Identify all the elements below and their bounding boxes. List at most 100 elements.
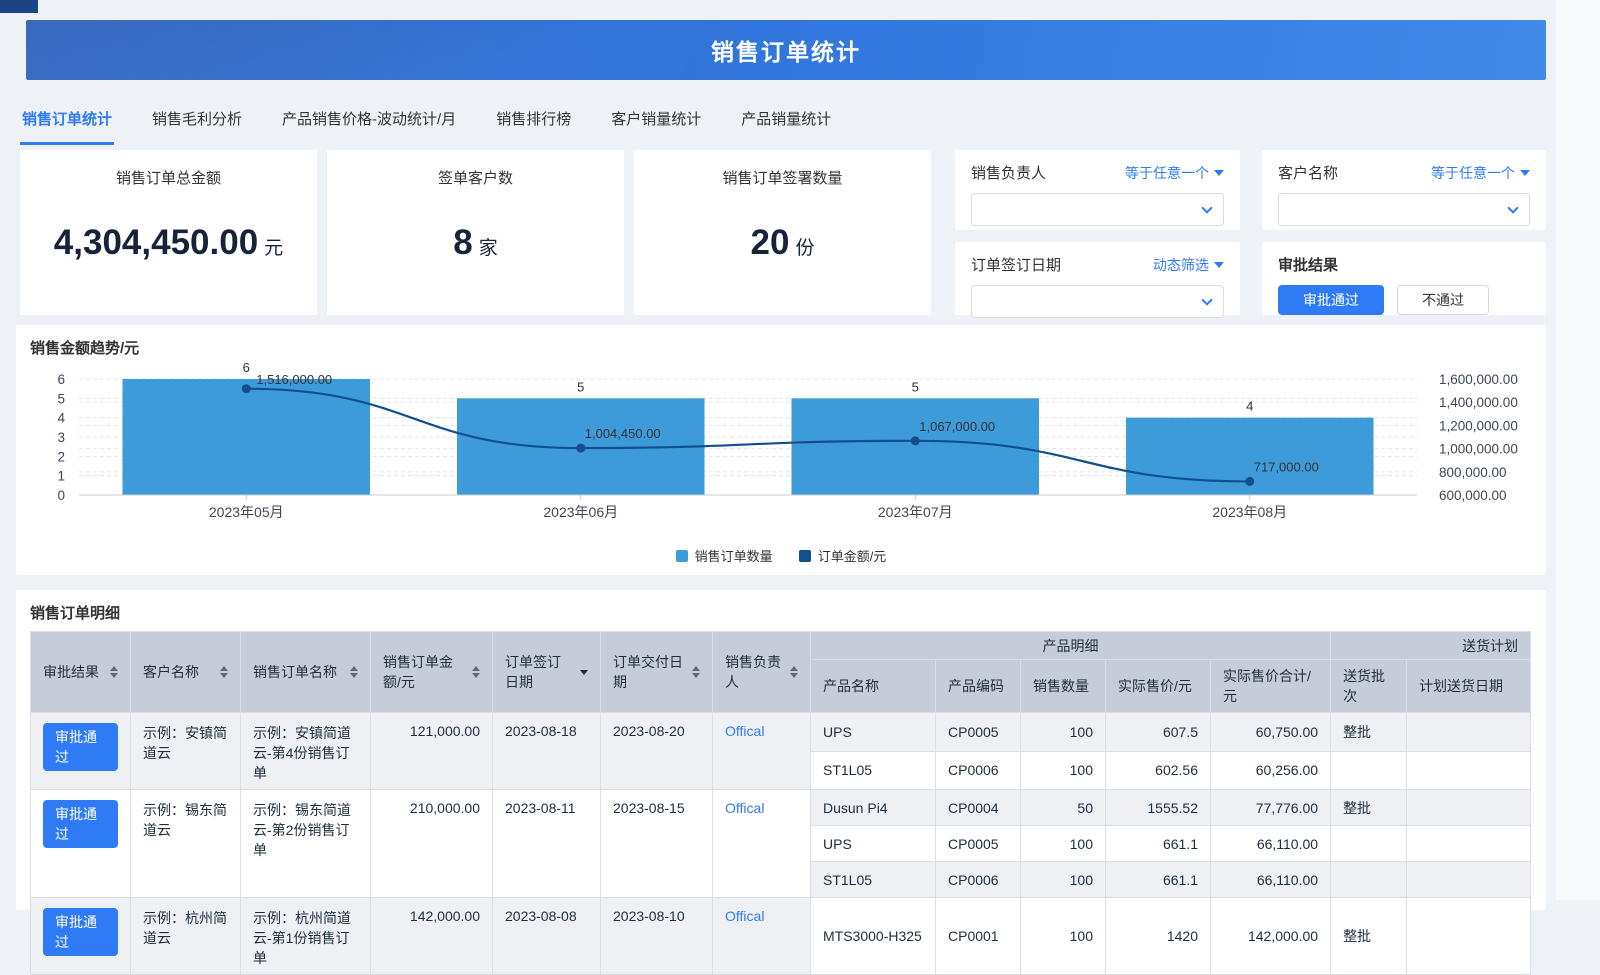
customer-name-select[interactable] bbox=[1278, 193, 1530, 226]
svg-text:6: 6 bbox=[243, 360, 250, 375]
approval-option-1[interactable]: 不通过 bbox=[1397, 285, 1489, 315]
filter-label: 订单签订日期 bbox=[971, 254, 1061, 275]
legend-label: 销售订单数量 bbox=[695, 546, 773, 565]
col-header-5[interactable]: 订单交付日期 bbox=[601, 632, 713, 713]
svg-text:5: 5 bbox=[577, 379, 584, 394]
owner-link[interactable]: Offical bbox=[725, 800, 764, 816]
sort-icon[interactable] bbox=[350, 666, 358, 678]
tab-5[interactable]: 产品销量统计 bbox=[739, 96, 833, 145]
order-amount-cell: 121,000.00 bbox=[371, 713, 493, 790]
caret-down-icon bbox=[1520, 170, 1530, 176]
customer-cell: 示例：安镇简道云 bbox=[131, 713, 241, 790]
tab-0[interactable]: 销售订单统计 bbox=[20, 96, 114, 145]
sub-col-header-2: 销售数量 bbox=[1021, 660, 1106, 713]
product-code-cell: CP0005 bbox=[936, 713, 1021, 752]
col-header-0[interactable]: 审批结果 bbox=[31, 632, 131, 713]
table-row: 审批通过示例：锡东简道云示例：锡东简道云-第2份销售订单210,000.0020… bbox=[31, 790, 1531, 826]
sort-icon[interactable] bbox=[790, 666, 798, 678]
owner-link[interactable]: Offical bbox=[725, 723, 764, 739]
chevron-down-icon bbox=[1507, 202, 1518, 213]
col-header-3[interactable]: 销售订单金额/元 bbox=[371, 632, 493, 713]
svg-text:1,516,000.00: 1,516,000.00 bbox=[256, 372, 332, 387]
sub-col-header-4: 实际售价合计/元 bbox=[1211, 660, 1331, 713]
product-name-cell: MTS3000-H325 bbox=[811, 898, 936, 975]
col-header-6[interactable]: 销售负责人 bbox=[713, 632, 811, 713]
filter-sales-owner: 销售负责人 等于任意一个 bbox=[955, 150, 1240, 230]
tab-4[interactable]: 客户销量统计 bbox=[609, 96, 703, 145]
owner-cell: Offical bbox=[713, 713, 811, 790]
kpi-unit: 份 bbox=[795, 233, 814, 260]
plan-date-cell bbox=[1407, 713, 1531, 752]
sign-date-select[interactable] bbox=[971, 285, 1224, 318]
owner-link[interactable]: Offical bbox=[725, 908, 764, 924]
customer-cell: 示例：杭州简道云 bbox=[131, 898, 241, 975]
product-code-cell: CP0004 bbox=[936, 790, 1021, 826]
sort-icon[interactable] bbox=[110, 666, 118, 678]
batch-cell: 整批 bbox=[1331, 790, 1407, 826]
owner-cell: Offical bbox=[713, 898, 811, 975]
sub-col-header-5: 送货批次 bbox=[1331, 660, 1407, 713]
operator-selector[interactable]: 等于任意一个 bbox=[1125, 163, 1224, 183]
product-name-cell: UPS bbox=[811, 713, 936, 752]
product-code-cell: CP0006 bbox=[936, 862, 1021, 898]
chart-title: 销售金额趋势/元 bbox=[30, 337, 139, 358]
tab-1[interactable]: 销售毛利分析 bbox=[150, 96, 244, 145]
price-cell: 607.5 bbox=[1106, 713, 1211, 752]
col-header-4[interactable]: 订单签订日期 bbox=[493, 632, 601, 713]
svg-text:2023年07月: 2023年07月 bbox=[878, 504, 953, 520]
sales-owner-select[interactable] bbox=[971, 193, 1224, 226]
price-cell: 602.56 bbox=[1106, 751, 1211, 790]
plan-date-cell bbox=[1407, 898, 1531, 975]
top-left-banner-fragment bbox=[0, 0, 38, 13]
batch-cell: 整批 bbox=[1331, 898, 1407, 975]
chevron-down-icon bbox=[1201, 202, 1212, 213]
approval-status-button[interactable]: 审批通过 bbox=[43, 723, 118, 771]
sort-icon[interactable] bbox=[580, 670, 588, 675]
deliver-date-cell: 2023-08-20 bbox=[601, 713, 713, 790]
order-detail-table: 审批结果客户名称销售订单名称销售订单金额/元订单签订日期订单交付日期销售负责人产… bbox=[30, 631, 1531, 975]
kpi-title: 销售订单总金额 bbox=[116, 167, 221, 188]
sort-icon[interactable] bbox=[220, 666, 228, 678]
sort-icon[interactable] bbox=[472, 666, 480, 678]
legend-swatch-icon bbox=[799, 550, 811, 562]
batch-cell bbox=[1331, 862, 1407, 898]
product-name-cell: ST1L05 bbox=[811, 751, 936, 790]
svg-text:1,067,000.00: 1,067,000.00 bbox=[919, 419, 995, 434]
price-cell: 1420 bbox=[1106, 898, 1211, 975]
operator-selector[interactable]: 等于任意一个 bbox=[1431, 163, 1530, 183]
sort-icon[interactable] bbox=[692, 666, 700, 678]
kpi-card-1: 签单客户数8家 bbox=[327, 150, 624, 315]
approval-option-0[interactable]: 审批通过 bbox=[1278, 285, 1384, 315]
sub-col-header-6: 计划送货日期 bbox=[1407, 660, 1531, 713]
table-row: 审批通过示例：杭州简道云示例：杭州简道云-第1份销售订单142,000.0020… bbox=[31, 898, 1531, 975]
batch-cell: 整批 bbox=[1331, 713, 1407, 752]
legend-item-0[interactable]: 销售订单数量 bbox=[676, 546, 773, 565]
svg-text:5: 5 bbox=[912, 379, 919, 394]
approval-status-button[interactable]: 审批通过 bbox=[43, 800, 118, 848]
plan-date-cell bbox=[1407, 826, 1531, 862]
svg-text:600,000.00: 600,000.00 bbox=[1439, 488, 1507, 503]
price-cell: 661.1 bbox=[1106, 826, 1211, 862]
svg-text:1,400,000.00: 1,400,000.00 bbox=[1439, 395, 1518, 410]
svg-text:4: 4 bbox=[57, 411, 65, 426]
deliver-date-cell: 2023-08-10 bbox=[601, 898, 713, 975]
sign-date-cell: 2023-08-18 bbox=[493, 713, 601, 790]
filter-customer-name: 客户名称 等于任意一个 bbox=[1262, 150, 1546, 230]
owner-cell: Offical bbox=[713, 790, 811, 898]
kpi-value: 4,304,450.00 bbox=[54, 223, 258, 263]
col-header-1[interactable]: 客户名称 bbox=[131, 632, 241, 713]
legend-label: 订单金额/元 bbox=[818, 546, 887, 565]
kpi-card-0: 销售订单总金额4,304,450.00元 bbox=[20, 150, 317, 315]
legend-item-1[interactable]: 订单金额/元 bbox=[799, 546, 887, 565]
tab-2[interactable]: 产品销售价格-波动统计/月 bbox=[280, 96, 458, 145]
operator-selector[interactable]: 动态筛选 bbox=[1153, 255, 1224, 275]
col-header-2[interactable]: 销售订单名称 bbox=[241, 632, 371, 713]
product-name-cell: ST1L05 bbox=[811, 862, 936, 898]
approval-status-button[interactable]: 审批通过 bbox=[43, 908, 118, 956]
svg-text:800,000.00: 800,000.00 bbox=[1439, 465, 1507, 480]
product-code-cell: CP0006 bbox=[936, 751, 1021, 790]
tab-3[interactable]: 销售排行榜 bbox=[494, 96, 573, 145]
order-name-cell: 示例：锡东简道云-第2份销售订单 bbox=[241, 790, 371, 898]
kpi-unit: 家 bbox=[479, 233, 498, 260]
kpi-title: 签单客户数 bbox=[438, 167, 513, 188]
